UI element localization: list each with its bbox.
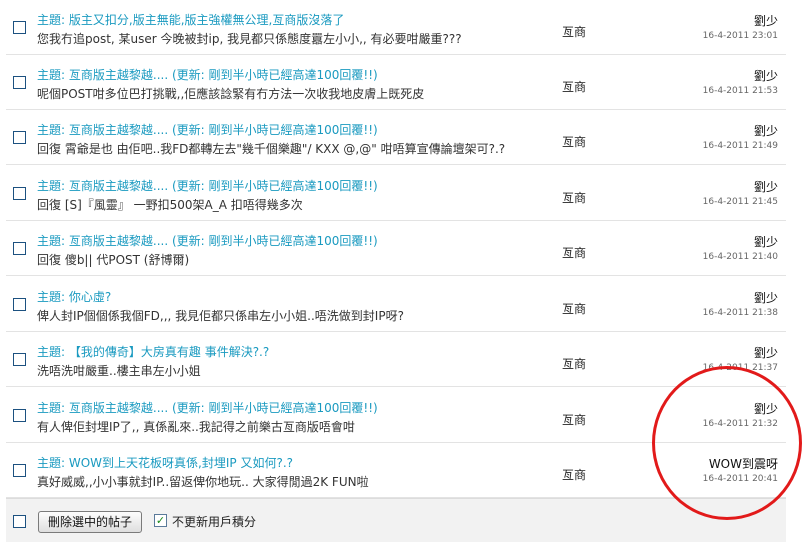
no-update-points-label: 不更新用戶積分 [172,515,257,529]
forum-name[interactable]: 亙商 [562,355,586,372]
thread-title-link[interactable]: 主題: 亙商版主越黎越.... (更新: 剛到半小時已經高達100回覆!!) [37,399,378,416]
thread-title-link[interactable]: 主題: 亙商版主越黎越.... (更新: 剛到半小時已經高達100回覆!!) [37,232,378,249]
thread-excerpt: 您我冇追post, 某user 今晚被封ip, 我見都只係態度囂左小小,, 有必… [37,32,462,46]
forum-name[interactable]: 亙商 [562,466,586,483]
forum-name[interactable]: 亙商 [562,300,586,317]
select-checkbox[interactable] [13,409,26,422]
author-name[interactable]: 劉少 [754,233,778,250]
select-checkbox[interactable] [13,353,26,366]
thread-row: 主題: 亙商版主越黎越.... (更新: 剛到半小時已經高達100回覆!!) 呢… [6,55,786,110]
subject-prefix: 主題: [37,401,66,415]
subject-prefix: 主題: [37,179,66,193]
select-checkbox[interactable] [13,242,26,255]
thread-title[interactable]: 亙商版主越黎越.... (更新: 剛到半小時已經高達100回覆!!) [69,234,378,248]
subject-prefix: 主題: [37,456,66,470]
forum-name[interactable]: 亙商 [562,244,586,261]
select-checkbox[interactable] [13,76,26,89]
thread-row: 主題: 亙商版主越黎越.... (更新: 剛到半小時已經高達100回覆!!) 有… [6,388,786,443]
thread-excerpt: 呢個POST咁多位巴打挑戰,,佢應該諗緊有冇方法一次收我地皮膚上既死皮 [37,87,425,101]
thread-title-link[interactable]: 主題: 版主又扣分,版主無能,版主強權無公理,亙商版沒落了 [37,11,344,28]
thread-title[interactable]: 亙商版主越黎越.... (更新: 剛到半小時已經高達100回覆!!) [69,123,378,137]
post-time: 16-4-2011 23:01 [702,31,778,41]
forum-name[interactable]: 亙商 [562,23,586,40]
select-all-checkbox[interactable] [13,515,26,528]
author-name[interactable]: WOW到震呀 [709,455,778,472]
thread-excerpt: 回復 [S]『風靈』 一野扣500架A_A 扣唔得幾多次 [37,198,303,212]
thread-row: 主題: 【我的傳奇】大房真有趣 事件解決?.? 洗唔洗咁嚴重..樓主串左小小姐 … [6,332,786,387]
thread-row: 主題: 版主又扣分,版主無能,版主強權無公理,亙商版沒落了 您我冇追post, … [6,0,786,55]
thread-title-link[interactable]: 主題: 亙商版主越黎越.... (更新: 剛到半小時已經高達100回覆!!) [37,66,378,83]
post-time: 16-4-2011 21:45 [702,197,778,207]
select-checkbox[interactable] [13,298,26,311]
post-time: 16-4-2011 21:32 [702,419,778,429]
subject-prefix: 主題: [37,345,66,359]
thread-excerpt: 回復 傻b|| 代POST (舒博爾) [37,253,190,267]
subject-prefix: 主題: [37,234,66,248]
thread-row: 主題: 亙商版主越黎越.... (更新: 剛到半小時已經高達100回覆!!) 回… [6,110,786,165]
author-name[interactable]: 劉少 [754,67,778,84]
author-name[interactable]: 劉少 [754,12,778,29]
author-name[interactable]: 劉少 [754,344,778,361]
post-time: 16-4-2011 21:37 [702,363,778,373]
select-checkbox[interactable] [13,187,26,200]
no-update-points-checkbox[interactable]: ✓ [154,514,167,527]
select-checkbox[interactable] [13,131,26,144]
thread-excerpt: 洗唔洗咁嚴重..樓主串左小小姐 [37,364,201,378]
thread-title-link[interactable]: 主題: WOW到上天花板呀真係,封埋IP 又如何?.? [37,454,293,471]
post-time: 16-4-2011 21:49 [702,141,778,151]
post-time: 16-4-2011 21:38 [702,308,778,318]
thread-row: 主題: WOW到上天花板呀真係,封埋IP 又如何?.? 真好威威,,小小事就封I… [6,443,786,498]
thread-row: 主題: 你心虛? 俾人封IP個個係我個FD,,, 我見佢都只係串左小小姐..唔洗… [6,277,786,332]
forum-name[interactable]: 亙商 [562,189,586,206]
author-name[interactable]: 劉少 [754,400,778,417]
thread-title[interactable]: 你心虛? [69,290,111,304]
author-name[interactable]: 劉少 [754,122,778,139]
thread-title[interactable]: 亙商版主越黎越.... (更新: 剛到半小時已經高達100回覆!!) [69,401,378,415]
thread-row: 主題: 亙商版主越黎越.... (更新: 剛到半小時已經高達100回覆!!) 回… [6,166,786,221]
moderation-footer: 刪除選中的帖子 ✓ 不更新用戶積分 [6,498,786,542]
thread-excerpt: 有人俾佢封埋IP了,, 真係亂來..我記得之前樂古亙商版唔會咁 [37,420,355,434]
forum-name[interactable]: 亙商 [562,133,586,150]
post-time: 16-4-2011 20:41 [702,474,778,484]
thread-title-link[interactable]: 主題: 亙商版主越黎越.... (更新: 剛到半小時已經高達100回覆!!) [37,177,378,194]
subject-prefix: 主題: [37,13,66,27]
thread-excerpt: 真好威威,,小小事就封IP..留返俾你地玩.. 大家得閒過2K FUN啦 [37,475,369,489]
thread-title[interactable]: WOW到上天花板呀真係,封埋IP 又如何?.? [69,456,293,470]
delete-selected-button[interactable]: 刪除選中的帖子 [38,511,143,533]
thread-excerpt: 俾人封IP個個係我個FD,,, 我見佢都只係串左小小姐..唔洗做到封IP呀? [37,309,404,323]
forum-name[interactable]: 亙商 [562,78,586,95]
thread-title[interactable]: 版主又扣分,版主無能,版主強權無公理,亙商版沒落了 [69,13,344,27]
thread-title[interactable]: 亙商版主越黎越.... (更新: 剛到半小時已經高達100回覆!!) [69,68,378,82]
author-name[interactable]: 劉少 [754,289,778,306]
subject-prefix: 主題: [37,290,66,304]
subject-prefix: 主題: [37,68,66,82]
author-name[interactable]: 劉少 [754,178,778,195]
thread-title-link[interactable]: 主題: 亙商版主越黎越.... (更新: 剛到半小時已經高達100回覆!!) [37,121,378,138]
thread-row: 主題: 亙商版主越黎越.... (更新: 剛到半小時已經高達100回覆!!) 回… [6,221,786,276]
forum-name[interactable]: 亙商 [562,411,586,428]
thread-excerpt: 回復 霄爺是也 由佢吧..我FD都轉左去"幾千個樂趣"/ KXX @,@" 咁唔… [37,142,506,156]
select-checkbox[interactable] [13,21,26,34]
subject-prefix: 主題: [37,123,66,137]
select-checkbox[interactable] [13,464,26,477]
thread-title-link[interactable]: 主題: 【我的傳奇】大房真有趣 事件解決?.? [37,343,269,360]
post-time: 16-4-2011 21:53 [702,86,778,96]
thread-title-link[interactable]: 主題: 你心虛? [37,288,111,305]
thread-title[interactable]: 亙商版主越黎越.... (更新: 剛到半小時已經高達100回覆!!) [69,179,378,193]
post-time: 16-4-2011 21:40 [702,252,778,262]
thread-title[interactable]: 【我的傳奇】大房真有趣 事件解決?.? [69,345,269,359]
